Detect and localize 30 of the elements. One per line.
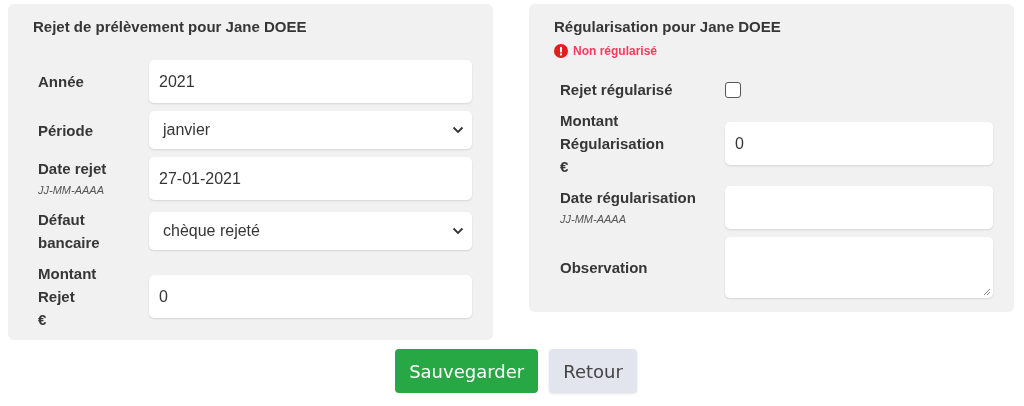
unit-label: € — [560, 157, 570, 177]
field-label: Date rejet — [38, 159, 108, 179]
checkbox[interactable] — [725, 81, 741, 98]
chevron-down-icon — [452, 126, 464, 134]
select-field[interactable]: janvier — [149, 111, 472, 149]
format-hint: JJ-MM-AAAA — [560, 212, 627, 227]
field-label: Montant Régularisation — [560, 111, 666, 154]
field-label: Montant Rejet — [38, 264, 98, 307]
field-label: Date régularisation — [560, 188, 697, 208]
panel-title: Rejet de prélèvement pour Jane DOEE — [33, 20, 308, 34]
status-text: Non régularisé — [573, 44, 658, 58]
input-field[interactable]: 0 — [149, 275, 472, 318]
exclamation-icon — [554, 44, 568, 58]
chevron-down-icon — [452, 227, 464, 235]
input-field[interactable] — [725, 186, 993, 229]
field-label: Rejet régularisé — [560, 80, 674, 100]
panel-title: Régularisation pour Jane DOEE — [554, 20, 782, 34]
select-field[interactable]: chèque rejeté — [149, 212, 472, 250]
input-field[interactable]: 0 — [725, 122, 993, 165]
back-button[interactable]: Retour — [549, 349, 637, 393]
field-label: Année — [38, 72, 85, 92]
textarea-field[interactable] — [725, 237, 993, 298]
format-hint: JJ-MM-AAAA — [38, 183, 105, 198]
resize-grip-icon — [983, 288, 991, 296]
field-label: Défaut bancaire — [38, 210, 101, 253]
field-label: Période — [38, 120, 95, 141]
input-field[interactable]: 27-01-2021 — [149, 157, 472, 200]
input-field[interactable]: 2021 — [149, 60, 472, 103]
unit-label: € — [38, 310, 48, 330]
field-label: Observation — [560, 258, 649, 278]
